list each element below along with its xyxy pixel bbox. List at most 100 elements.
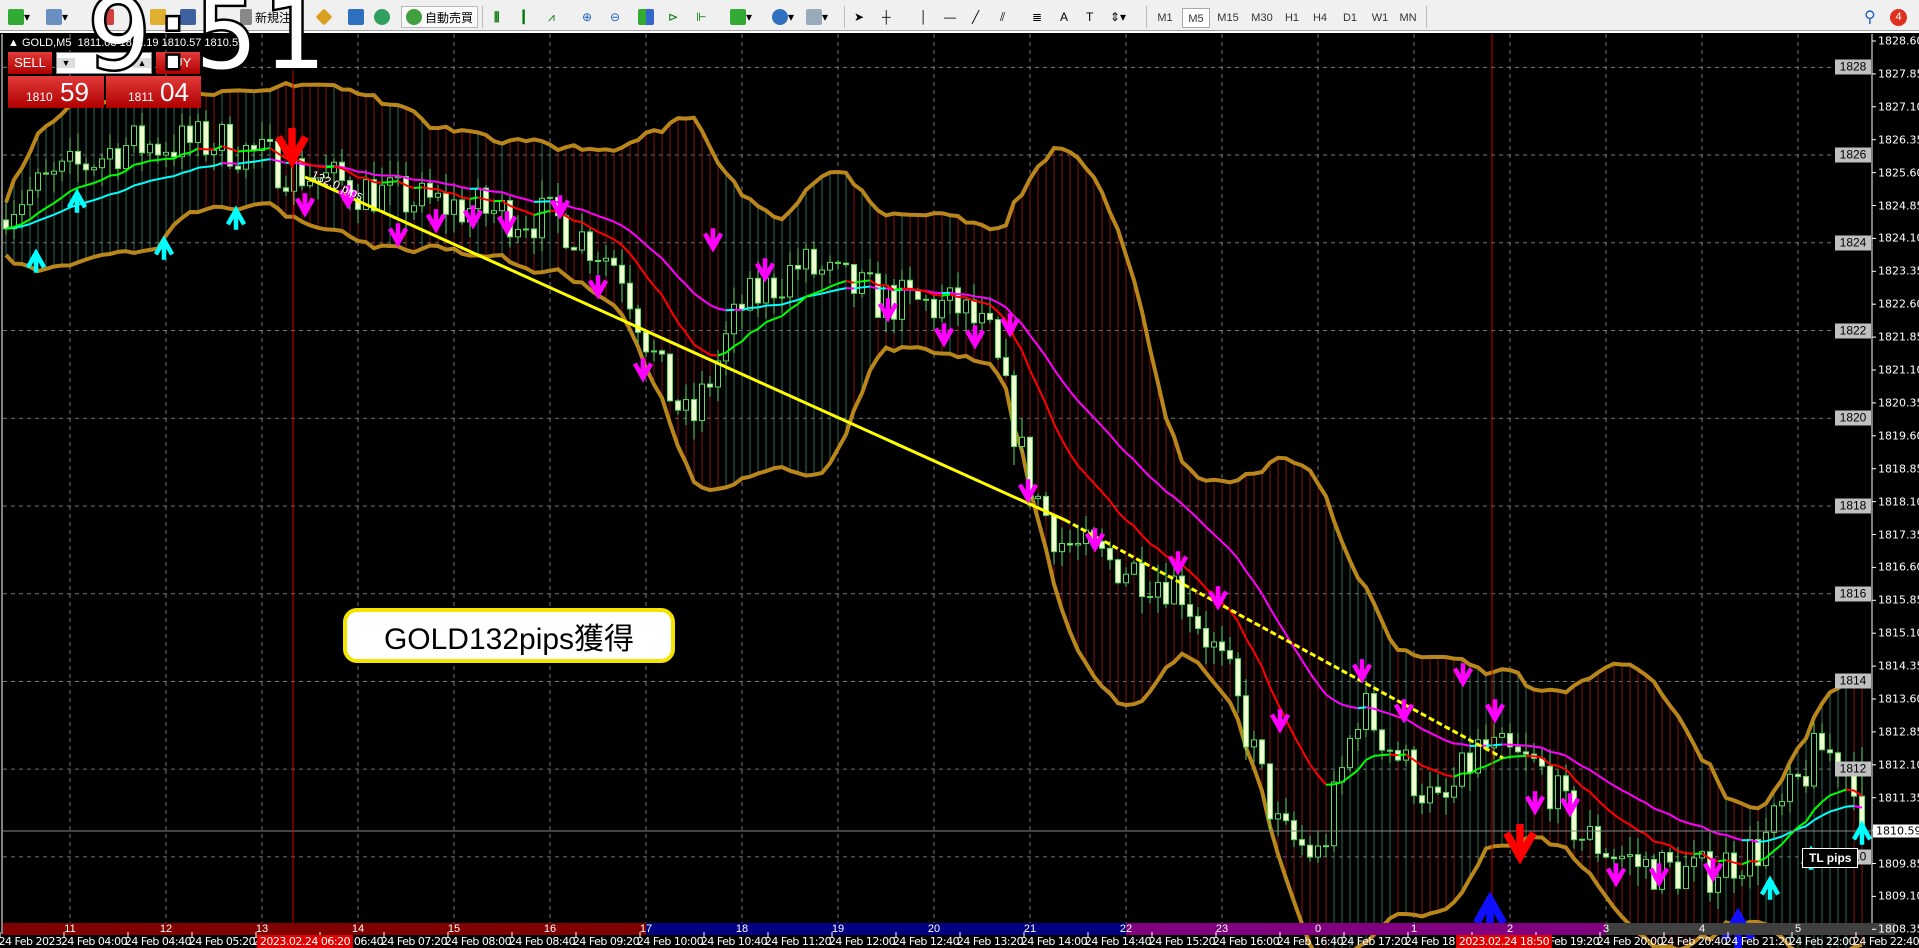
fast-ma-line [1061,439,1071,455]
arrows-button[interactable]: ⇕▾ [1110,6,1126,28]
vertical-line-button[interactable]: │ [920,6,928,28]
auto-trading-button[interactable]: 自動売買 [401,6,479,28]
crosshair-button[interactable]: ┼ [882,6,891,28]
slow-ma-line [1837,805,1847,811]
slow-ma-line [789,298,799,304]
slow-ma-line [1549,750,1559,755]
slow-ma-line [45,213,55,219]
periods-button[interactable]: ▾ [772,6,794,28]
timeframe-m30[interactable]: M30 [1248,8,1276,28]
strategy-tester-button[interactable] [348,6,364,28]
autoscroll-button[interactable]: ⊩ [696,6,706,28]
timeframe-m5[interactable]: M5 [1182,8,1210,28]
fast-ma-line [1253,651,1263,668]
tile-windows-button[interactable] [638,6,654,28]
channel-icon: ⫽ [1000,9,1006,24]
timeframe-mn[interactable]: MN [1394,8,1422,28]
timeframe-m15[interactable]: M15 [1214,8,1242,28]
zoom-in-button[interactable]: ⊕ [582,6,592,28]
text-button[interactable]: A [1060,6,1068,28]
horizontal-line-button[interactable]: — [944,6,956,28]
hour-bar-segment [1414,923,1511,935]
fast-ma-line [117,169,127,176]
slow-ma-line [1773,835,1783,840]
price-chart[interactable] [0,34,1919,948]
timeframe-w1[interactable]: W1 [1366,8,1394,28]
slow-ma-line [61,206,71,213]
candle-body [979,312,985,324]
sell-button[interactable]: SELL [8,52,52,74]
fast-ma-line [1533,755,1543,759]
hour-label: 21 [1023,923,1037,935]
candle-body [1147,595,1153,598]
candle-body [163,151,169,156]
fast-ma-line [1357,759,1367,771]
candle-body [931,298,937,319]
text-label-button[interactable]: T [1086,6,1093,28]
candle-body [611,257,617,266]
time-axis-label: 24 Feb 14:00 [1020,935,1088,948]
candle-body [643,331,649,353]
equidistant-channel-button[interactable]: ⫽ [1000,6,1005,28]
slow-ma-line [669,266,679,278]
sell-signal-arrow-icon [387,223,409,248]
slow-ma-line [1381,710,1391,715]
fast-ma-line [1837,788,1847,794]
cursor-button[interactable]: ➤ [854,6,864,28]
price-axis-label: 1821.10 [1878,363,1919,377]
candle-body [1771,805,1777,833]
slow-ma-line [1829,808,1839,813]
timeframe-h1[interactable]: H1 [1278,8,1306,28]
price-axis-label: 1825.60 [1878,166,1919,180]
price-axis-label: 1826.35 [1878,133,1919,147]
slow-ma-line [1533,745,1543,749]
slow-ma-line [373,173,383,177]
timeframe-d1[interactable]: D1 [1336,8,1364,28]
candle-body [1467,752,1473,774]
candle-body [1235,658,1241,697]
slow-ma-line [445,183,455,187]
time-axis-label: 24 Feb 15:20 [1148,935,1216,948]
timeframe-m1[interactable]: M1 [1151,8,1179,28]
candle-body [523,228,529,231]
fast-ma-line [709,353,719,357]
trendline-button[interactable]: ╱ [972,6,979,28]
hour-label: 12 [159,923,173,935]
candle-body [187,125,193,143]
fibonacci-button[interactable]: ≣ [1032,6,1042,28]
chart-shift-button[interactable]: ⊳ [668,6,678,28]
slow-ma-line [1029,334,1039,347]
slow-ma-line [1693,823,1703,828]
candlestick-button[interactable]: ┃ [520,6,527,28]
line-chart-button[interactable]: ⩘ [548,6,555,28]
slow-ma-line [29,219,39,225]
bar-chart-button[interactable]: ⫼ [494,6,500,28]
candle-body [227,123,233,167]
slow-ma-line [1733,836,1743,842]
indicators-button[interactable]: ▾ [730,6,752,28]
slow-ma-line [1245,570,1255,583]
candle-body [1779,801,1785,807]
fast-ma-line [461,196,471,200]
new-chart-button[interactable]: ▾ [8,6,30,28]
profiles-button[interactable]: ▾ [46,6,68,28]
grid-level-label: 1824 [1835,235,1871,251]
time-axis-label: 24 Feb 07:20 [380,935,448,948]
zoom-out-button[interactable]: ⊖ [610,6,620,28]
fast-ma-line [93,178,103,184]
buy-signal-arrow-icon [1759,875,1781,900]
templates-button[interactable]: ▾ [806,6,828,28]
fast-ma-line [909,287,919,292]
candle-body [659,350,665,355]
signals-button[interactable] [374,6,390,28]
notifications-button[interactable]: 4 [1890,6,1907,28]
candle-body [1731,852,1737,879]
search-button[interactable]: ⚲ [1864,6,1876,28]
candle-body [1315,845,1321,858]
slow-ma-line [1349,705,1359,710]
lot-decrease-icon[interactable]: ▼ [57,58,75,68]
time-axis-label: 24 Feb 08:40 [508,935,576,948]
slow-ma-line [1485,744,1495,747]
timeframe-h4[interactable]: H4 [1306,8,1334,28]
chart-window[interactable]: 11 12 13 14 15 16 17 18 19 20 21 22 23 0 1 2 3 4 5 1828.60 1… [0,34,1919,948]
